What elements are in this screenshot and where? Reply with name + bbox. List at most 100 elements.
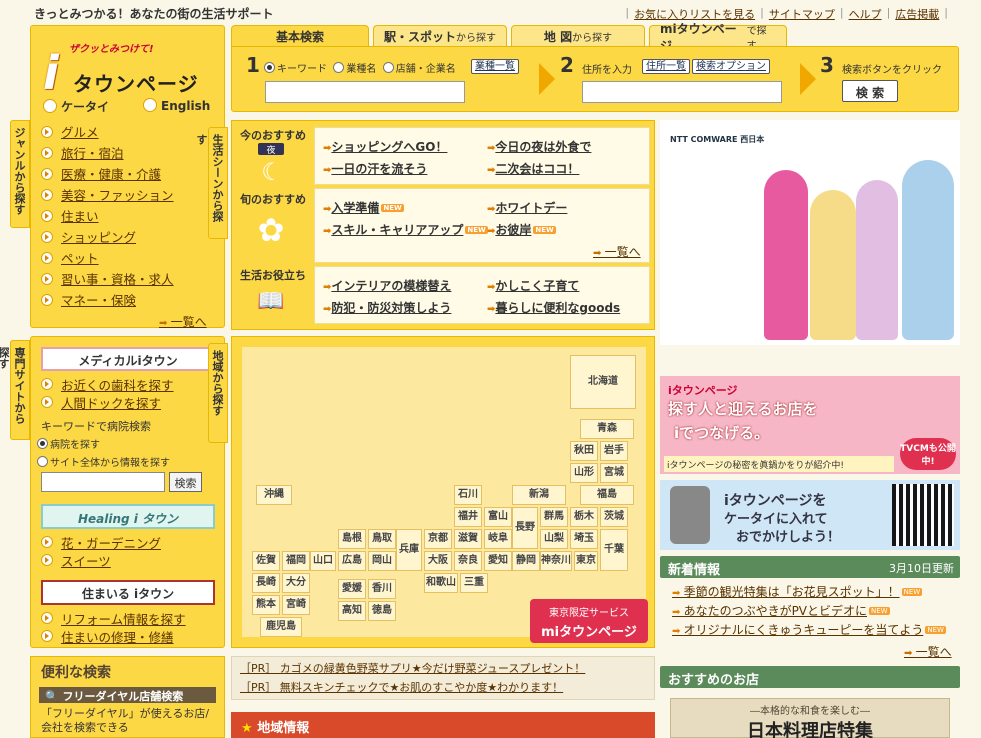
pref-gunma[interactable]: 群馬 bbox=[540, 507, 568, 527]
pref-nagano[interactable]: 長野 bbox=[512, 507, 538, 549]
shun-more-link[interactable]: 一覧へ bbox=[593, 243, 641, 260]
pref-iwate[interactable]: 岩手 bbox=[600, 441, 628, 461]
keyword-input[interactable] bbox=[265, 81, 465, 103]
pref-kochi[interactable]: 高知 bbox=[338, 601, 366, 621]
pref-nara[interactable]: 奈良 bbox=[454, 551, 482, 571]
pref-aomori[interactable]: 青森 bbox=[580, 419, 634, 439]
pref-hyogo[interactable]: 兵庫 bbox=[396, 529, 422, 571]
genre-item[interactable]: 旅行・宿泊 bbox=[41, 142, 174, 163]
news-item[interactable]: あなたのつぶやきがPVとビデオにNEW bbox=[672, 602, 946, 621]
pref-hiroshima[interactable]: 広島 bbox=[338, 551, 366, 571]
pref-hokkaido[interactable]: 北海道 bbox=[570, 355, 636, 409]
pref-kumamoto[interactable]: 熊本 bbox=[252, 595, 280, 615]
pref-mie[interactable]: 三重 bbox=[460, 573, 488, 593]
genre-item[interactable]: 習い事・資格・求人 bbox=[41, 268, 174, 289]
tab-map[interactable]: 地 図から探す bbox=[511, 25, 645, 47]
pref-aichi[interactable]: 愛知 bbox=[484, 551, 512, 571]
radio-hospital[interactable]: 病院を探す bbox=[37, 436, 100, 451]
gyoshu-list-button[interactable]: 業種一覧 bbox=[471, 59, 519, 74]
shun-item[interactable]: ホワイトデー bbox=[487, 199, 567, 216]
ntt-ad-image[interactable]: NTT COMWARE 西日本 bbox=[660, 120, 960, 345]
pref-miyagi[interactable]: 宮城 bbox=[600, 463, 628, 483]
healing-itown-banner[interactable]: Healing i タウン bbox=[41, 504, 215, 529]
sitemap-link[interactable]: サイトマップ bbox=[769, 6, 835, 22]
help-link[interactable]: ヘルプ bbox=[849, 6, 882, 22]
english-link[interactable]: English bbox=[143, 98, 210, 115]
sumairu-itown-banner[interactable]: 住まいる iタウン bbox=[41, 580, 215, 605]
pref-kagoshima[interactable]: 鹿児島 bbox=[260, 617, 302, 637]
pref-fukui[interactable]: 福井 bbox=[454, 507, 482, 527]
genre-item[interactable]: マネー・保険 bbox=[41, 289, 174, 310]
pref-shiga[interactable]: 滋賀 bbox=[454, 529, 482, 549]
pref-miyazaki[interactable]: 宮崎 bbox=[282, 595, 310, 615]
genre-item[interactable]: 住まい bbox=[41, 205, 174, 226]
pref-chiba[interactable]: 千葉 bbox=[600, 529, 628, 571]
pref-tottori[interactable]: 鳥取 bbox=[368, 529, 396, 549]
pref-ishikawa[interactable]: 石川 bbox=[454, 485, 482, 505]
itownpage-cm-banner[interactable]: iタウンページ 探す人と迎えるお店を iでつなげる。 iタウンページの秘密を眞鍋… bbox=[660, 376, 960, 474]
today-item[interactable]: 一日の汗を流そう bbox=[323, 160, 427, 177]
tab-basic-search[interactable]: 基本検索 bbox=[231, 25, 369, 47]
pr-link[interactable]: ［PR］ 無料スキンチェックで★お肌のすこやか度★わかります！ bbox=[232, 679, 654, 695]
pref-yamanashi[interactable]: 山梨 bbox=[540, 529, 568, 549]
radio-keyword[interactable]: キーワード bbox=[264, 62, 327, 75]
genre-item[interactable]: ペット bbox=[41, 247, 174, 268]
today-item[interactable]: 二次会はココ！ bbox=[487, 160, 579, 177]
pref-tochigi[interactable]: 栃木 bbox=[570, 507, 598, 527]
itownpage-logo[interactable]: ザクッとみつけて! i タウンページ bbox=[39, 38, 209, 100]
radio-gyoshu[interactable]: 業種名 bbox=[333, 62, 376, 75]
address-list-button[interactable]: 住所一覧 bbox=[642, 59, 690, 74]
yakudachi-item[interactable]: かしこく子育て bbox=[487, 277, 579, 294]
sumai-link[interactable]: 住まいの修理・修繕 bbox=[41, 627, 186, 645]
free-dial-bar[interactable]: 🔍 フリーダイヤル店舗検索 bbox=[39, 687, 216, 703]
shun-item[interactable]: 入学準備NEW bbox=[323, 199, 404, 216]
pref-niigata[interactable]: 新潟 bbox=[512, 485, 566, 505]
pref-yamaguchi[interactable]: 山口 bbox=[310, 551, 336, 571]
ad-link[interactable]: 広告掲載 bbox=[895, 6, 939, 22]
shun-item[interactable]: スキル・キャリアアップNEW bbox=[323, 221, 488, 238]
hospital-search-button[interactable]: 検索 bbox=[169, 472, 202, 492]
radio-tenpo[interactable]: 店舗・企業名 bbox=[382, 62, 456, 75]
genre-item[interactable]: グルメ bbox=[41, 121, 174, 142]
pref-akita[interactable]: 秋田 bbox=[570, 441, 598, 461]
japanese-restaurant-banner[interactable]: ―本格的な和食を楽しむ― 日本料理店特集 bbox=[670, 698, 950, 738]
tab-mi-townpage[interactable]: miタウンページで探す bbox=[649, 22, 787, 53]
today-item[interactable]: 今日の夜は外食で bbox=[487, 138, 591, 155]
pref-shizuoka[interactable]: 静岡 bbox=[512, 551, 540, 571]
pref-saga[interactable]: 佐賀 bbox=[252, 551, 280, 571]
today-item[interactable]: ショッピングへGO！ bbox=[323, 138, 447, 155]
genre-more-link[interactable]: 一覧へ bbox=[159, 313, 207, 330]
healing-link[interactable]: 花・ガーデニング bbox=[41, 533, 161, 551]
pref-saitama[interactable]: 埼玉 bbox=[570, 529, 598, 549]
pref-osaka[interactable]: 大阪 bbox=[424, 551, 452, 571]
yakudachi-item[interactable]: 暮らしに便利なgoods bbox=[487, 299, 620, 316]
keitai-link[interactable]: ケータイ bbox=[43, 98, 109, 115]
pref-yamagata[interactable]: 山形 bbox=[570, 463, 598, 483]
pref-nagasaki[interactable]: 長崎 bbox=[252, 573, 280, 593]
pref-ehime[interactable]: 愛媛 bbox=[338, 579, 366, 599]
yakudachi-item[interactable]: インテリアの模様替え bbox=[323, 277, 451, 294]
genre-item[interactable]: 医療・健康・介護 bbox=[41, 163, 174, 184]
pref-fukushima[interactable]: 福島 bbox=[580, 485, 634, 505]
tab-station-spot[interactable]: 駅・スポット から探す bbox=[373, 25, 507, 47]
genre-item[interactable]: 美容・ファッション bbox=[41, 184, 174, 205]
news-item[interactable]: オリジナルにくきゅうキューピーを当てようNEW bbox=[672, 621, 946, 640]
search-option-button[interactable]: 検索オプション bbox=[692, 59, 770, 74]
pref-fukuoka[interactable]: 福岡 bbox=[282, 551, 310, 571]
search-button[interactable]: 検 索 bbox=[842, 80, 898, 102]
news-item[interactable]: 季節の観光特集は「お花見スポット」！NEW bbox=[672, 583, 946, 602]
shun-item[interactable]: お彼岸NEW bbox=[487, 221, 556, 238]
hospital-search-input[interactable] bbox=[41, 472, 165, 492]
pref-okayama[interactable]: 岡山 bbox=[368, 551, 396, 571]
medical-link[interactable]: お近くの歯科を探す bbox=[41, 375, 174, 393]
pref-gifu[interactable]: 岐阜 bbox=[484, 529, 512, 549]
medical-link[interactable]: 人間ドックを探す bbox=[41, 393, 174, 411]
healing-link[interactable]: スイーツ bbox=[41, 551, 161, 569]
pr-link[interactable]: ［PR］ カゴメの緑黄色野菜サプリ★今だけ野菜ジュースプレゼント！ bbox=[232, 660, 654, 676]
pref-kanagawa[interactable]: 神奈川 bbox=[540, 551, 572, 571]
pref-tokyo[interactable]: 東京 bbox=[574, 551, 598, 571]
address-input[interactable] bbox=[582, 81, 782, 103]
tokyo-mi-townpage-banner[interactable]: 東京限定サービス miタウンページ bbox=[530, 599, 648, 643]
yakudachi-item[interactable]: 防犯・防災対策しよう bbox=[323, 299, 451, 316]
radio-site[interactable]: サイト全体から情報を探す bbox=[37, 454, 170, 469]
